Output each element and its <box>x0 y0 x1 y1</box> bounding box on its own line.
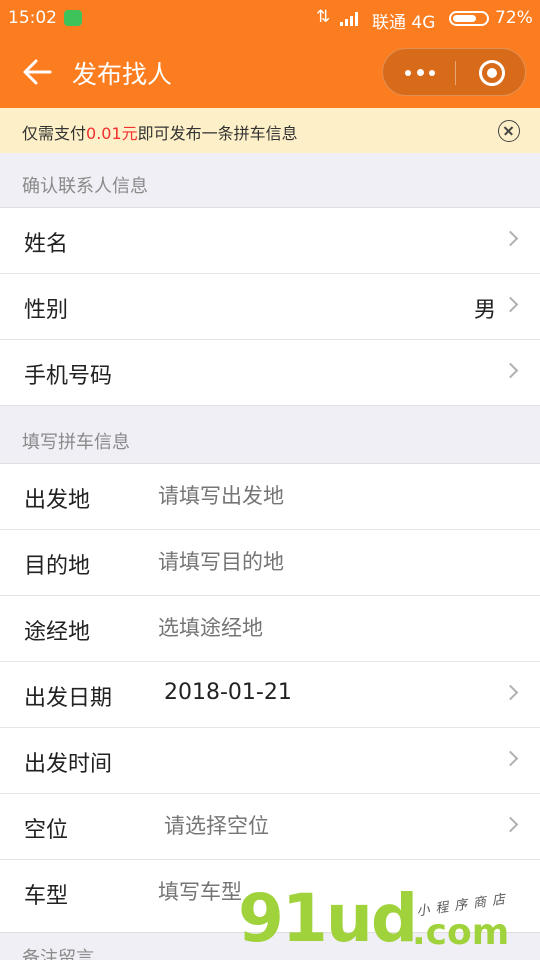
seats-picker[interactable] <box>164 814 464 838</box>
notice-suffix: 即可发布一条拼车信息 <box>137 124 298 143</box>
phone-label: 手机号码 <box>24 364 113 389</box>
car-type-label: 车型 <box>24 884 69 909</box>
seats-label: 空位 <box>24 818 69 843</box>
gender-value: 男 <box>473 298 496 323</box>
chevron-right-icon <box>502 816 519 833</box>
notice-text: 仅需支付0.01元即可发布一条拼车信息 <box>22 120 298 144</box>
departure-date-row[interactable]: 出发日期 2018-01-21 <box>0 661 540 728</box>
chevron-right-icon <box>502 750 519 767</box>
gender-row[interactable]: 性别 男 <box>0 273 540 340</box>
waypoint-row: 途经地 <box>0 595 540 662</box>
destination-label: 目的地 <box>24 554 91 579</box>
back-arrow-icon[interactable] <box>22 58 52 86</box>
carrier-label: 联通 4G <box>372 13 436 33</box>
watermark-logo: 91ud 小程序商店 .com <box>238 872 538 960</box>
notice-prefix: 仅需支付 <box>22 124 87 143</box>
battery-percent: 72% <box>495 8 533 28</box>
destination-input[interactable] <box>158 550 458 574</box>
departure-date-label: 出发日期 <box>24 686 113 711</box>
page-title: 发布找人 <box>72 60 173 89</box>
close-notice-icon[interactable] <box>498 120 520 142</box>
waypoint-input[interactable] <box>158 616 458 640</box>
trip-card: 出发地 目的地 途经地 出发日期 2018-01-21 出发时间 空位 车型 <box>0 463 540 933</box>
battery-icon <box>449 11 489 26</box>
contact-section-title: 确认联系人信息 <box>22 176 148 197</box>
battery-level <box>453 15 476 22</box>
watermark-domain: .com <box>412 912 510 953</box>
app-notification-icon <box>64 10 82 26</box>
chevron-right-icon <box>502 230 519 247</box>
chevron-right-icon <box>502 296 519 313</box>
notice-amount: 0.01元 <box>86 124 138 143</box>
more-menu-icon[interactable] <box>403 60 437 84</box>
remarks-section-title: 备注留言 <box>22 948 94 960</box>
close-miniprogram-icon[interactable] <box>479 60 505 86</box>
departure-label: 出发地 <box>24 488 91 513</box>
watermark-main: 91ud <box>238 880 418 957</box>
departure-time-row[interactable]: 出发时间 <box>0 727 540 794</box>
trip-section-title: 填写拼车信息 <box>22 432 130 453</box>
data-transfer-icon: ⇅ <box>316 7 331 27</box>
miniprogram-capsule <box>382 48 526 96</box>
contact-card: 姓名 性别 男 手机号码 <box>0 207 540 406</box>
payment-notice-bar: 仅需支付0.01元即可发布一条拼车信息 <box>0 108 540 153</box>
status-bar: 15:02 ⇅ 联通 4G 72% <box>0 0 540 36</box>
name-label: 姓名 <box>24 232 69 257</box>
chevron-right-icon <box>502 362 519 379</box>
departure-row: 出发地 <box>0 464 540 530</box>
departure-input[interactable] <box>158 484 458 508</box>
phone-row[interactable]: 手机号码 <box>0 339 540 406</box>
top-bar: 15:02 ⇅ 联通 4G 72% 发布找人 <box>0 0 540 108</box>
seats-row[interactable]: 空位 <box>0 793 540 860</box>
signal-icon <box>340 12 362 26</box>
departure-time-label: 出发时间 <box>24 752 113 777</box>
departure-date-value: 2018-01-21 <box>164 680 292 705</box>
name-row[interactable]: 姓名 <box>0 208 540 274</box>
waypoint-label: 途经地 <box>24 620 91 645</box>
capsule-divider <box>455 61 456 85</box>
chevron-right-icon <box>502 684 519 701</box>
destination-row: 目的地 <box>0 529 540 596</box>
gender-label: 性别 <box>24 298 69 323</box>
status-time: 15:02 <box>8 8 57 28</box>
